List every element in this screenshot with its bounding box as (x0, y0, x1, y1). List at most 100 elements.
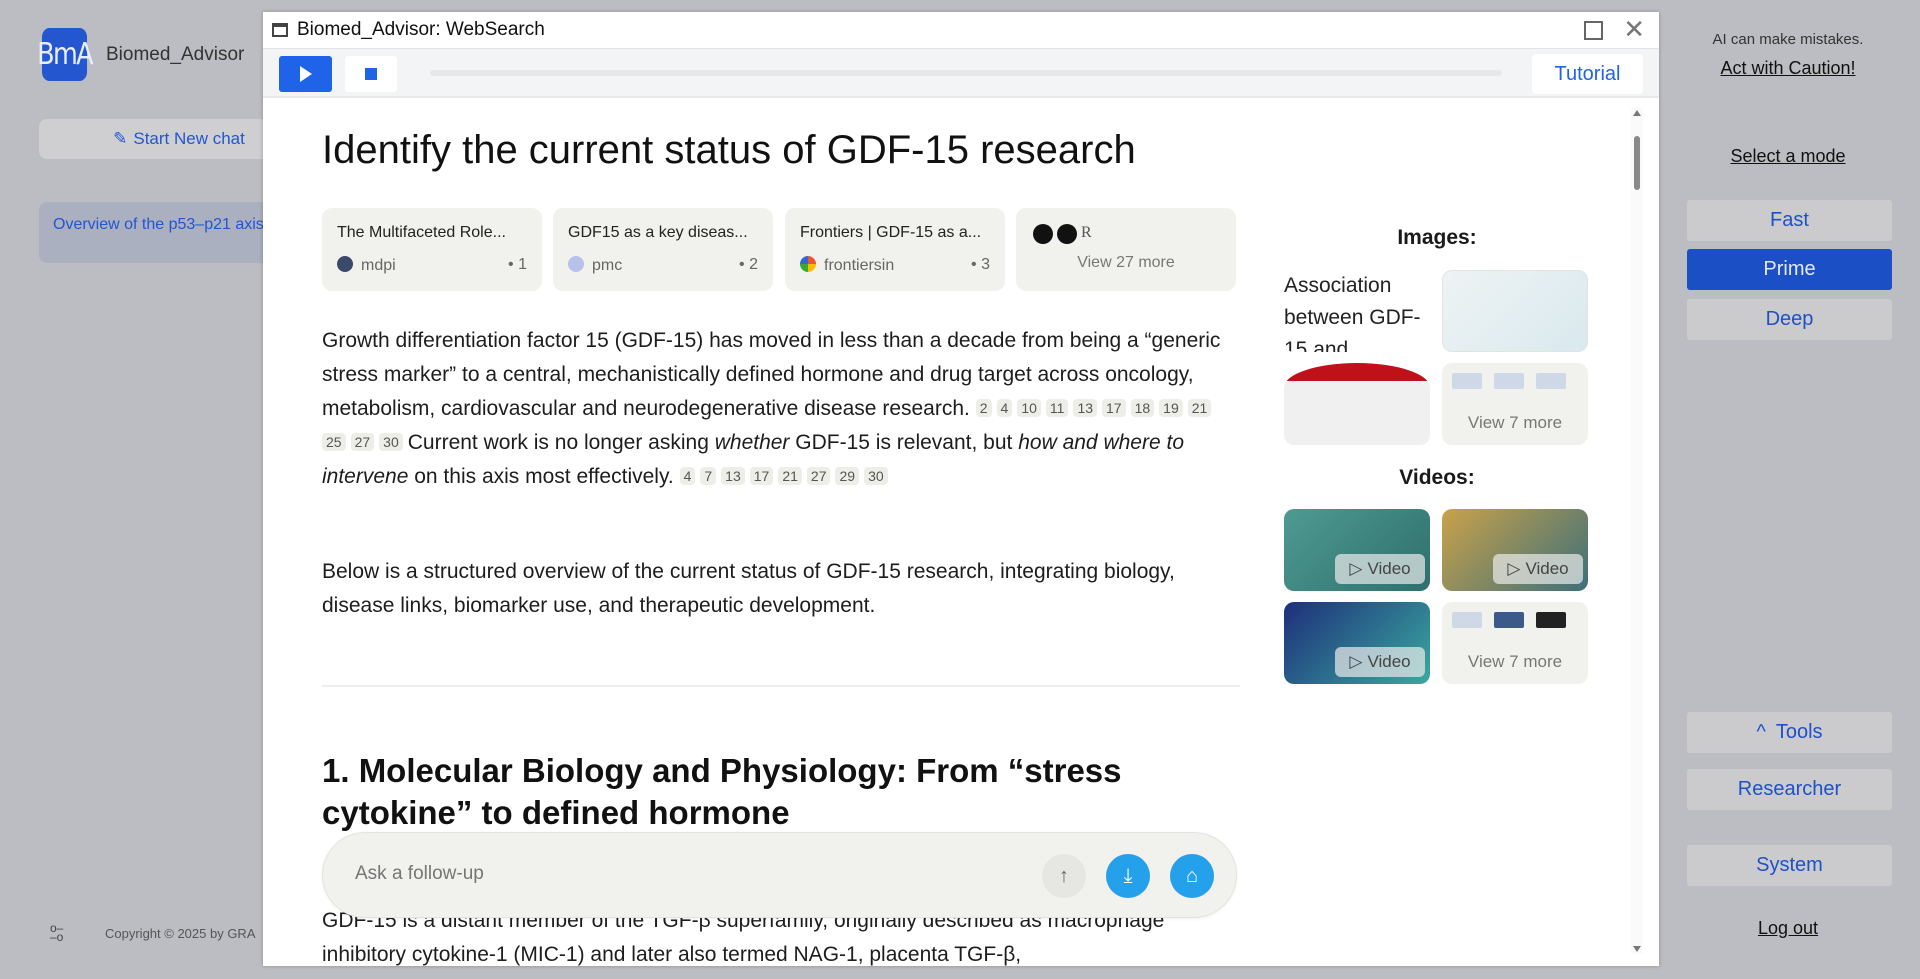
copyright: Copyright © 2025 by GRA (105, 926, 256, 941)
citation-badge[interactable]: 4 (996, 399, 1013, 417)
play-circle-icon: ▷ (1507, 559, 1521, 578)
home-button[interactable]: ⌂ (1170, 854, 1214, 898)
video-thumbnail[interactable]: ▷ Video (1284, 509, 1430, 591)
home-icon: ⌂ (1185, 864, 1199, 887)
citation-badge[interactable]: 21 (1187, 399, 1212, 417)
source-title: The Multifaceted Role... (337, 224, 506, 241)
citation-badge[interactable]: 17 (1102, 399, 1126, 417)
source-site: mdpi (361, 257, 396, 274)
videos-label: Videos: (1399, 466, 1475, 489)
view-more-label: View 7 more (1467, 652, 1563, 671)
followup-input[interactable] (355, 863, 1005, 885)
citation-badge[interactable]: 4 (679, 467, 696, 485)
tools-label: Tools (1775, 721, 1823, 743)
source-card[interactable]: GDF15 as a key diseas... pmc • 2 (553, 208, 773, 291)
citation-badge[interactable]: 27 (350, 433, 375, 451)
citation-badge[interactable]: 29 (835, 467, 860, 485)
text: Current work is no longer asking (407, 431, 709, 454)
image-alt-text: Association between GDF-15 and (1284, 274, 1421, 352)
app-name: Biomed_Advisor (106, 44, 245, 65)
followup-bar: ↑ ⤓ ⌂ (322, 832, 1237, 918)
chevron-up-icon: ^ (1756, 721, 1766, 743)
citation-badge[interactable]: 13 (1073, 399, 1098, 417)
view-more-label: View 7 more (1467, 413, 1563, 432)
tools-button[interactable]: ^ Tools (1687, 712, 1892, 753)
citation-badge[interactable]: 21 (778, 467, 802, 485)
view-more-label: View 27 more (1077, 254, 1175, 271)
play-circle-icon: ▷ (1349, 559, 1363, 578)
mode-fast-button[interactable]: Fast (1687, 200, 1892, 241)
view-more-videos-button[interactable]: View 7 more (1442, 602, 1588, 684)
text: on this axis most effectively. (414, 465, 674, 488)
image-thumbnail[interactable] (1284, 363, 1430, 445)
citation-badge[interactable]: 2 (975, 399, 992, 417)
start-new-chat-label: Start New chat (133, 129, 245, 148)
video-thumbnail[interactable]: ▷ Video (1284, 602, 1430, 684)
citation-badge[interactable]: 18 (1130, 399, 1155, 417)
play-button[interactable] (279, 56, 332, 92)
frontiers-icon (800, 256, 816, 272)
source-card[interactable]: The Multifaceted Role... mdpi • 1 (322, 208, 542, 291)
citation-badge[interactable]: 30 (379, 433, 403, 451)
text: GDF-15 is relevant, but (795, 431, 1013, 454)
citations: 4 7 13 17 21 27 29 30 (679, 465, 893, 488)
arrow-up-icon: ↑ (1059, 864, 1069, 887)
mode-deep-button[interactable]: Deep (1687, 299, 1892, 340)
view-more-sources-button[interactable]: R View 27 more (1016, 208, 1236, 291)
section-heading: 1. Molecular Biology and Physiology: Fro… (322, 752, 1122, 831)
source-title: GDF15 as a key diseas... (568, 224, 748, 241)
download-button[interactable]: ⤓ (1106, 854, 1150, 898)
text: whether (714, 431, 790, 454)
overview-paragraph: Below is a structured overview of the cu… (322, 560, 1175, 617)
progress-track (430, 70, 1502, 76)
globe-icon (568, 256, 584, 272)
citation-badge[interactable]: 27 (806, 467, 831, 485)
answer-content: Identify the current status of GDF-15 re… (263, 100, 1643, 966)
toolbar: Tutorial (263, 49, 1659, 98)
citation-badge[interactable]: 17 (749, 467, 774, 485)
source-title: Frontiers | GDF-15 as a... (800, 224, 982, 241)
play-circle-icon: ▷ (1349, 652, 1363, 671)
citation-badge[interactable]: 10 (1017, 399, 1041, 417)
ai-warning: AI can make mistakes. (1712, 31, 1864, 48)
source-card[interactable]: Frontiers | GDF-15 as a... frontiersin • 3 (785, 208, 1005, 291)
right-panel: AI can make mistakes. Act with Caution! … (1600, 0, 1920, 979)
source-site: frontiersin (824, 257, 895, 274)
open-access-icon (337, 256, 353, 272)
chat-history-item[interactable]: Overview of the p53–p21 axis (39, 202, 279, 263)
send-button[interactable]: ↑ (1042, 854, 1086, 898)
question-title: Identify the current status of GDF-15 re… (322, 128, 1136, 172)
video-label: Video (1367, 559, 1411, 578)
citation-badge[interactable]: 19 (1159, 399, 1183, 417)
system-button[interactable]: System (1687, 845, 1892, 886)
mode-prime-button[interactable]: Prime (1687, 249, 1892, 290)
stop-icon (365, 68, 377, 80)
start-new-chat-button[interactable]: ✎ Start New chat (39, 119, 279, 159)
source-number: • 3 (971, 256, 990, 273)
citation-badge[interactable]: 25 (322, 433, 346, 451)
citation-badge[interactable]: 11 (1045, 399, 1069, 417)
video-thumbnail[interactable]: ▷ Video (1442, 509, 1588, 591)
images-label: Images: (1397, 226, 1477, 249)
divider (322, 685, 1240, 687)
settings-sliders-icon[interactable]: o– –o (50, 922, 68, 944)
image-thumbnail[interactable] (1442, 270, 1588, 352)
websearch-window: Biomed_Advisor: WebSearch ✕ Tutorial Ide… (263, 12, 1659, 966)
citation-badge[interactable]: 13 (721, 467, 745, 485)
act-with-caution-link[interactable]: Act with Caution! (1600, 58, 1920, 79)
researcher-button[interactable]: Researcher (1687, 769, 1892, 810)
intro-paragraph: Growth differentiation factor 15 (GDF-15… (322, 324, 1242, 494)
video-label: Video (1367, 652, 1411, 671)
app-logo: BmA (37, 28, 94, 81)
logout-link[interactable]: Log out (1600, 918, 1920, 939)
window-icon (272, 23, 288, 37)
video-label: Video (1525, 559, 1569, 578)
window-titlebar: Biomed_Advisor: WebSearch (263, 12, 1659, 49)
source-number: • 1 (508, 256, 527, 273)
citation-badge[interactable]: 30 (864, 467, 888, 485)
image-broken[interactable]: Association between GDF-15 and (1284, 270, 1430, 352)
stop-button[interactable] (345, 56, 397, 92)
select-mode-label: Select a mode (1730, 146, 1846, 166)
view-more-images-button[interactable]: View 7 more (1442, 363, 1588, 445)
citation-badge[interactable]: 7 (700, 467, 717, 485)
